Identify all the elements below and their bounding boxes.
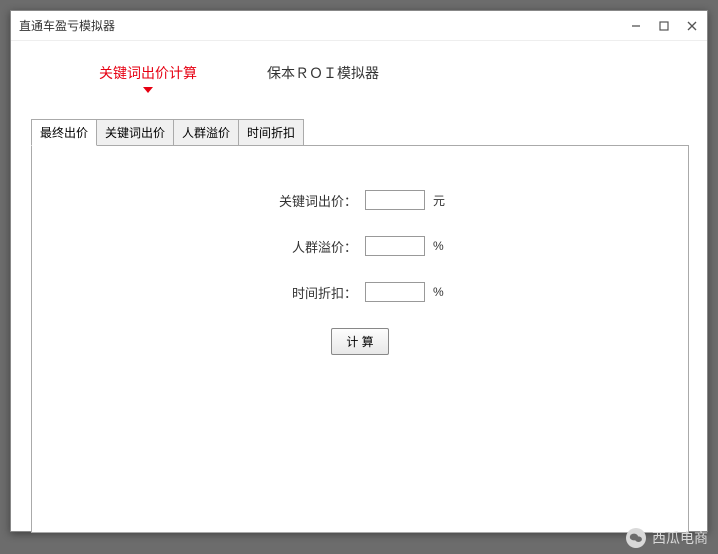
label-time-discount: 时间折扣： [267,283,357,302]
minimize-icon[interactable] [629,19,643,33]
tabs: 最终出价 关键词出价 人群溢价 时间折扣 [31,119,689,146]
window-title: 直通车盈亏模拟器 [19,17,629,34]
tab-time-discount[interactable]: 时间折扣 [238,119,304,146]
row-crowd-premium: 人群溢价： % [32,236,688,256]
top-nav: 关键词出价计算 保本ＲＯＩ模拟器 [11,41,707,95]
wechat-icon [626,528,646,548]
unit-crowd-premium: % [433,239,453,253]
calculate-button[interactable]: 计 算 [331,328,388,355]
label-keyword-bid: 关键词出价： [267,191,357,210]
maximize-icon[interactable] [657,19,671,33]
watermark: 西瓜电商 [626,528,708,548]
tabs-container: 最终出价 关键词出价 人群溢价 时间折扣 关键词出价： 元 人群溢价： % 时间… [31,119,689,533]
input-keyword-bid[interactable] [365,190,425,210]
input-time-discount[interactable] [365,282,425,302]
input-crowd-premium[interactable] [365,236,425,256]
unit-time-discount: % [433,285,453,299]
tab-keyword-bid[interactable]: 关键词出价 [96,119,174,146]
tab-panel-final-bid: 关键词出价： 元 人群溢价： % 时间折扣： % 计 算 [31,145,689,533]
nav-keyword-bid-calc[interactable]: 关键词出价计算 [99,63,197,83]
app-window: 直通车盈亏模拟器 关键词出价计算 保本ＲＯＩ模拟器 最终出价 关键词出价 人群溢… [10,10,708,532]
window-controls [629,19,699,33]
nav-breakeven-roi-sim[interactable]: 保本ＲＯＩ模拟器 [267,63,379,83]
unit-keyword-bid: 元 [433,192,453,209]
label-crowd-premium: 人群溢价： [267,237,357,256]
row-time-discount: 时间折扣： % [32,282,688,302]
row-keyword-bid: 关键词出价： 元 [32,190,688,210]
tab-crowd-premium[interactable]: 人群溢价 [173,119,239,146]
titlebar: 直通车盈亏模拟器 [11,11,707,41]
close-icon[interactable] [685,19,699,33]
watermark-text: 西瓜电商 [652,528,708,548]
tab-final-bid[interactable]: 最终出价 [31,119,97,146]
button-row: 计 算 [32,328,688,355]
